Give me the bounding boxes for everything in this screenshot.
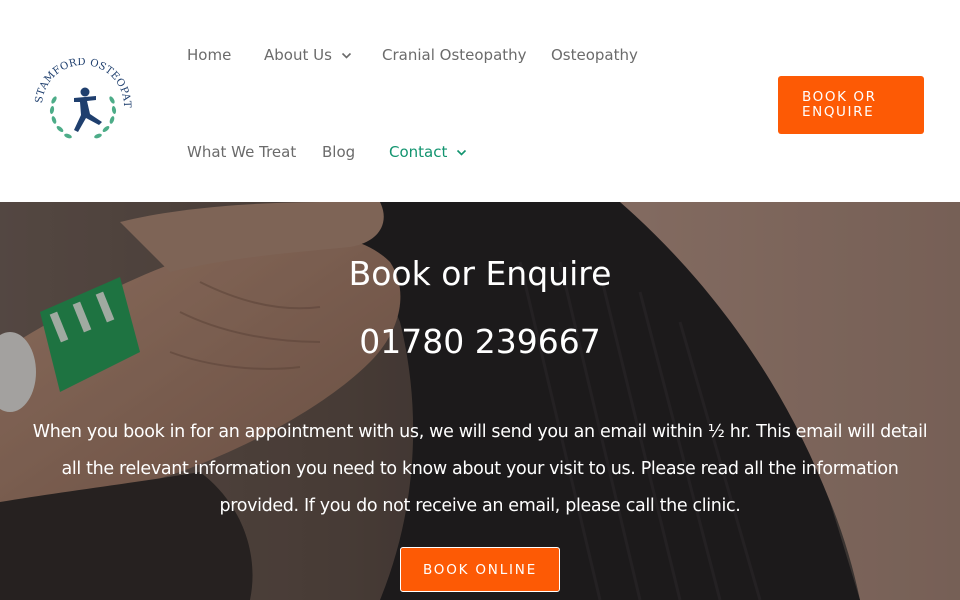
leaping-figure-wreath-logo-icon: STAMFORD OSTEOPATHIC CLINIC [25,50,132,139]
nav-about-label: About Us [264,46,332,64]
nav-about-us[interactable]: About Us [264,46,352,64]
nav-contact-label: Contact [389,143,448,161]
book-online-button[interactable]: BOOK ONLINE [400,547,560,592]
chevron-down-icon [341,50,352,61]
nav-cranial-label: Cranial Osteopathy [382,46,527,64]
site-header: STAMFORD OSTEOPATHIC CLINIC [0,0,960,202]
nav-blog-label: Blog [322,143,356,161]
clinic-logo[interactable]: STAMFORD OSTEOPATHIC CLINIC [25,50,136,150]
booking-info-text: When you book in for an appointment with… [32,422,928,516]
phone-number[interactable]: 01780 239667 [0,322,960,361]
nav-what-we-treat-label: What We Treat [187,143,297,161]
nav-home-label: Home [187,46,232,64]
nav-cranial-osteopathy[interactable]: Cranial Osteopathy [382,46,527,64]
book-or-enquire-button[interactable]: BOOK OR ENQUIRE [778,76,924,134]
chevron-down-icon [456,147,467,158]
nav-contact[interactable]: Contact [389,143,467,161]
nav-osteopathy-label: Osteopathy [551,46,638,64]
nav-blog[interactable]: Blog [322,143,355,161]
nav-what-we-treat[interactable]: What We Treat [187,143,296,161]
page-title: Book or Enquire [348,254,612,293]
nav-home[interactable]: Home [187,46,231,64]
nav-osteopathy[interactable]: Osteopathy [551,46,638,64]
hero-section: Book or Enquire 01780 239667 When you bo… [0,202,960,600]
